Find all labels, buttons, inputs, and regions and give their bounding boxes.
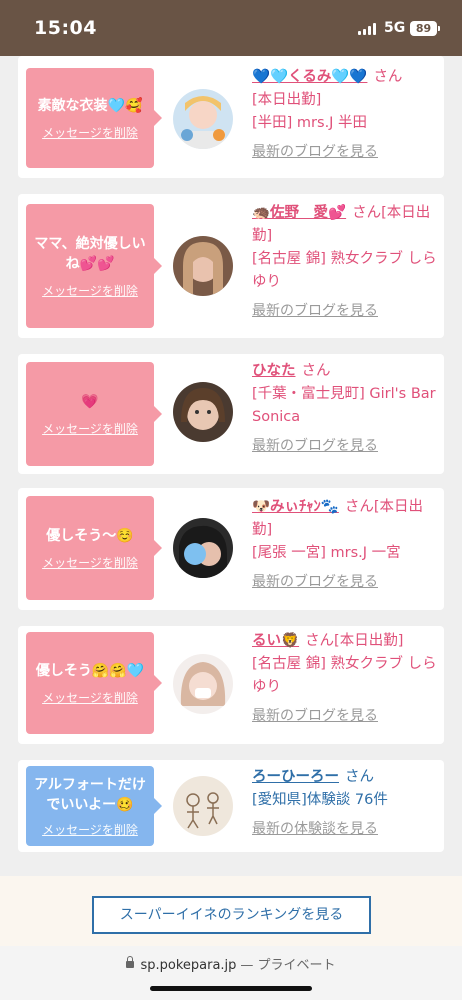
url-bar[interactable]: sp.pokepara.jp — プライベート	[0, 954, 462, 973]
message-text: 優しそう〜☺️	[46, 527, 134, 544]
signal-icon	[358, 23, 378, 35]
message-bubble: アルフォートだけでいいよー🥴 メッセージを削除	[26, 766, 162, 846]
avatar[interactable]	[173, 776, 233, 836]
shop-info: [名古屋 錦] 熟女クラブ しらゆり	[252, 656, 437, 695]
latest-blog-link[interactable]: 最新のブログを見る	[252, 571, 438, 594]
delete-message-link[interactable]: メッセージを削除	[42, 689, 138, 706]
message-card: 💗 メッセージを削除 ひなた さん [千葉・富士見町] Girl's Bar So…	[18, 354, 444, 474]
message-bubble: 素敵な衣装🩵🥰 メッセージを削除	[26, 68, 162, 168]
profile-info: るい🦁 さん[本日出勤] [名古屋 錦] 熟女クラブ しらゆり 最新のブログを見る	[252, 630, 438, 728]
honorific: さん	[301, 363, 331, 379]
honorific: さん	[373, 69, 403, 85]
shop-info: [本日出勤] [半田] mrs.J 半田	[252, 92, 368, 131]
home-indicator[interactable]	[150, 986, 312, 991]
delete-message-link[interactable]: メッセージを削除	[42, 282, 138, 299]
status-bar: 15:04 5G 89	[0, 0, 462, 56]
girl-name-link[interactable]: 🐶みぃﾁｬﾝ🐾	[252, 499, 339, 515]
message-card: アルフォートだけでいいよー🥴 メッセージを削除 ろーひーろー さん [愛知県]体験…	[18, 760, 444, 852]
profile-info: ひなた さん [千葉・富士見町] Girl's Bar Sonica 最新のブログ…	[252, 360, 438, 458]
delete-message-link[interactable]: メッセージを削除	[42, 420, 138, 437]
lock-icon	[126, 956, 135, 968]
girl-name-link[interactable]: ひなた	[252, 363, 296, 379]
profile-info: ろーひーろー さん [愛知県]体験談 76件 最新の体験談を見る	[252, 766, 438, 841]
message-text: 💗	[81, 393, 99, 410]
latest-review-link[interactable]: 最新の体験談を見る	[252, 818, 438, 841]
message-text: アルフォートだけでいいよー🥴	[34, 776, 146, 813]
url-text: sp.pokepara.jp	[140, 958, 237, 973]
footer: スーパーイイネのランキングを見る	[0, 876, 462, 946]
message-feed[interactable]: 素敵な衣装🩵🥰 メッセージを削除 💙🩵くるみ🩵💙 さん [本日出勤] [半田] m…	[0, 56, 462, 876]
delete-message-link[interactable]: メッセージを削除	[42, 124, 138, 141]
message-text: 素敵な衣装🩵🥰	[37, 97, 143, 114]
latest-blog-link[interactable]: 最新のブログを見る	[252, 300, 438, 323]
browser-bar: sp.pokepara.jp — プライベート	[0, 946, 462, 1000]
status-time: 15:04	[34, 17, 97, 39]
honorific: さん[本日出勤]	[305, 633, 404, 649]
network-label: 5G	[384, 20, 406, 36]
message-card: 優しそう🤗🤗🩵 メッセージを削除 るい🦁 さん[本日出勤] [名古屋 錦] 熟女ク…	[18, 626, 444, 744]
girl-name-link[interactable]: 💙🩵くるみ🩵💙	[252, 69, 367, 85]
delete-message-link[interactable]: メッセージを削除	[42, 821, 138, 838]
latest-blog-link[interactable]: 最新のブログを見る	[252, 705, 438, 728]
avatar[interactable]	[173, 89, 233, 149]
message-text: ママ、絶対優しいね💕💕	[34, 235, 146, 272]
girl-name-link[interactable]: 🦔佐野 愛💕	[252, 205, 346, 221]
profile-info: 🦔佐野 愛💕 さん[本日出勤] [名古屋 錦] 熟女クラブ しらゆり 最新のブログ…	[252, 202, 438, 323]
super-iine-ranking-button[interactable]: スーパーイイネのランキングを見る	[92, 896, 371, 934]
message-card: ママ、絶対優しいね💕💕 メッセージを削除 🦔佐野 愛💕 さん[本日出勤] [名古屋…	[18, 194, 444, 338]
shop-info: [千葉・富士見町] Girl's Bar Sonica	[252, 386, 436, 425]
message-bubble: 優しそう〜☺️ メッセージを削除	[26, 496, 162, 600]
avatar[interactable]	[173, 236, 233, 296]
message-bubble: 優しそう🤗🤗🩵 メッセージを削除	[26, 632, 162, 734]
message-bubble: ママ、絶対優しいね💕💕 メッセージを削除	[26, 204, 162, 328]
shop-info: [名古屋 錦] 熟女クラブ しらゆり	[252, 251, 437, 290]
avatar[interactable]	[173, 654, 233, 714]
avatar[interactable]	[173, 382, 233, 442]
profile-info: 🐶みぃﾁｬﾝ🐾 さん[本日出勤] [尾張 一宮] mrs.J 一宮 最新のブログを…	[252, 496, 438, 594]
reviewer-name-link[interactable]: ろーひーろー	[252, 769, 339, 785]
latest-blog-link[interactable]: 最新のブログを見る	[252, 435, 438, 458]
latest-blog-link[interactable]: 最新のブログを見る	[252, 141, 438, 164]
honorific: さん	[345, 769, 374, 785]
avatar[interactable]	[173, 518, 233, 578]
message-card: 優しそう〜☺️ メッセージを削除 🐶みぃﾁｬﾝ🐾 さん[本日出勤] [尾張 一宮]…	[18, 488, 444, 610]
delete-message-link[interactable]: メッセージを削除	[42, 554, 138, 571]
profile-info: 💙🩵くるみ🩵💙 さん [本日出勤] [半田] mrs.J 半田 最新のブログを見る	[252, 66, 438, 164]
review-info: [愛知県]体験談 76件	[252, 792, 388, 808]
private-label: — プライベート	[240, 958, 336, 973]
shop-info: [尾張 一宮] mrs.J 一宮	[252, 545, 401, 561]
girl-name-link[interactable]: るい🦁	[252, 633, 299, 649]
message-bubble: 💗 メッセージを削除	[26, 362, 162, 466]
message-card: 素敵な衣装🩵🥰 メッセージを削除 💙🩵くるみ🩵💙 さん [本日出勤] [半田] m…	[18, 56, 444, 178]
battery-icon: 89	[410, 21, 440, 36]
message-text: 優しそう🤗🤗🩵	[35, 662, 145, 679]
